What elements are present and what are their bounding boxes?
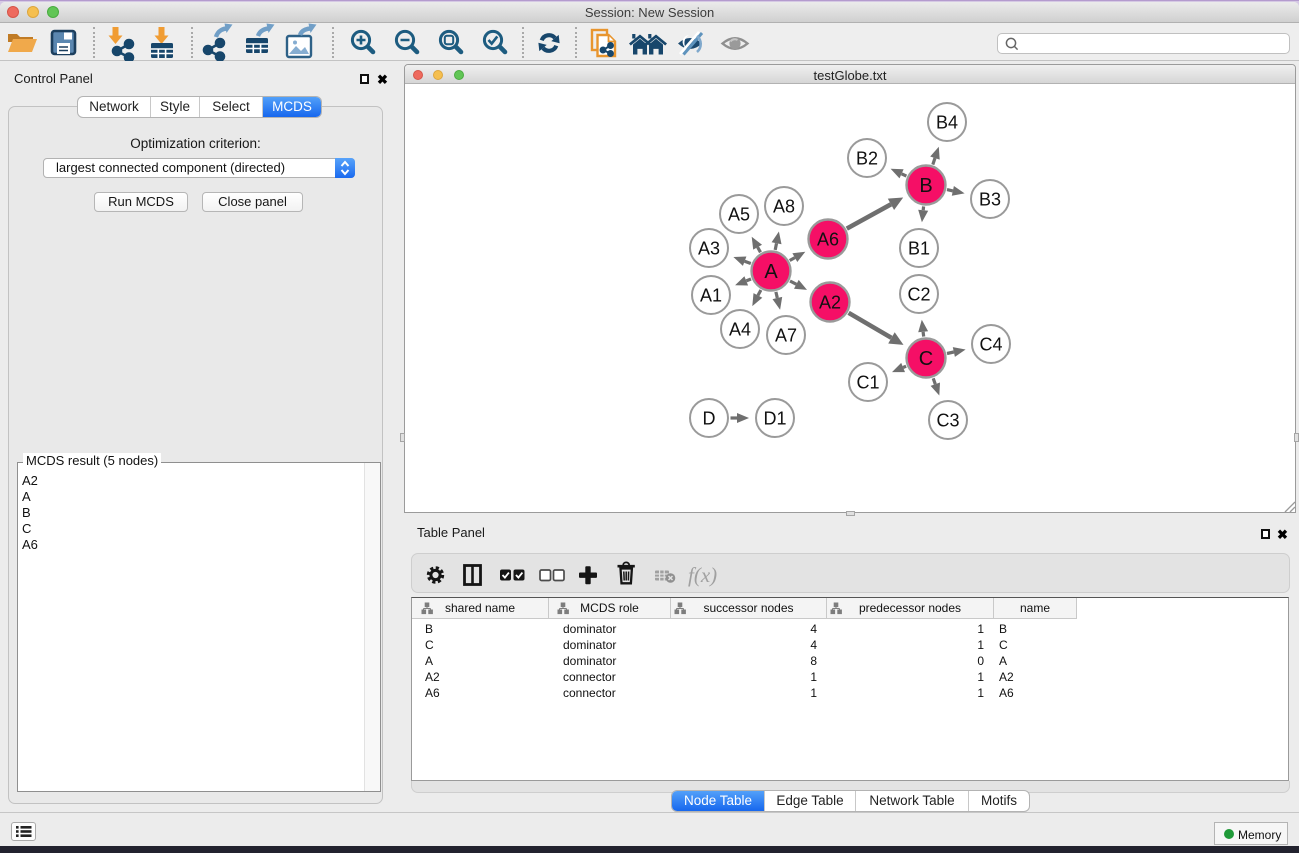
svg-text:C1: C1	[856, 372, 879, 392]
svg-text:C4: C4	[979, 334, 1002, 354]
svg-text:B1: B1	[908, 238, 930, 258]
svg-text:A3: A3	[698, 238, 720, 258]
svg-text:A4: A4	[729, 319, 751, 339]
svg-text:B4: B4	[936, 112, 958, 132]
svg-text:C2: C2	[907, 284, 930, 304]
svg-text:A7: A7	[775, 325, 797, 345]
svg-text:C3: C3	[936, 410, 959, 430]
svg-text:B: B	[919, 175, 932, 197]
svg-text:A5: A5	[728, 204, 750, 224]
svg-text:C: C	[919, 348, 933, 370]
svg-text:B2: B2	[856, 148, 878, 168]
svg-text:f(x): f(x)	[688, 563, 717, 587]
svg-text:A6: A6	[817, 229, 839, 249]
svg-text:A: A	[764, 261, 778, 283]
svg-text:B3: B3	[979, 189, 1001, 209]
svg-text:D: D	[703, 408, 716, 428]
svg-text:A1: A1	[700, 285, 722, 305]
svg-text:A8: A8	[773, 196, 795, 216]
svg-text:D1: D1	[763, 408, 786, 428]
svg-text:A2: A2	[819, 292, 841, 312]
